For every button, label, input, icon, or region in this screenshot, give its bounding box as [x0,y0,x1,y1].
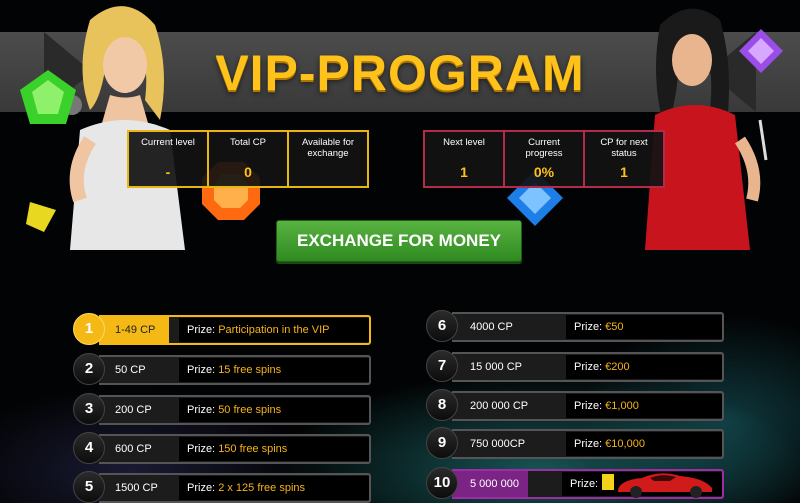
prize-label: Prize: [570,478,599,490]
level-prize: Prize: 2 x 125 free spins [179,476,369,500]
cp-next-status-value: 1 [620,164,628,180]
level-bar: 1500 CP Prize: 2 x 125 free spins [99,473,371,503]
next-status-panel: Next level 1 Current progress 0% CP for … [423,130,665,188]
level-cp: 15 000 CP [470,361,522,373]
total-cp-value: 0 [244,164,252,180]
cp-next-status-label: CP for next status [600,137,648,159]
level-number-badge: 4 [73,432,105,464]
level-bar: 50 CP Prize: 15 free spins [99,355,371,385]
level-cp: 4000 CP [470,321,513,333]
level-number-badge: 1 [73,313,105,345]
vip-level-row: 5 1500 CP Prize: 2 x 125 free spins [73,471,371,503]
level-prize: Prize: €200 [566,355,722,379]
available-exchange-stat: Available for exchange [289,132,367,186]
level-bar: 1-49 CP Prize: Participation in the VIP [99,315,371,345]
level-bar: 200 000 CP Prize: €1,000 [452,391,724,421]
level-cp: 5 000 000 CP [452,471,528,497]
yellow-gem-icon [26,202,56,232]
vip-program-page: VIP-PROGRAM Current level - Total CP 0 A… [0,0,800,503]
level-cp: 200 000 CP [470,400,529,412]
level-bar: 4000 CP Prize: €50 [452,312,724,342]
prize-value: Participation in the VIP [218,324,330,336]
page-title: VIP-PROGRAM [215,45,585,101]
level-number-badge: 5 [73,471,105,503]
current-progress-stat: Current progress 0% [505,132,585,186]
current-status-panel: Current level - Total CP 0 Available for… [127,130,369,188]
prize-value: €10,000 [605,438,645,450]
level-prize: Prize: €50 [566,315,722,339]
level-cp: 750 000CP [470,438,526,450]
prize-value: €50 [605,321,624,333]
current-progress-value: 0% [533,164,555,180]
next-level-stat: Next level 1 [425,132,505,186]
prize-label: Prize: [187,324,216,336]
prize-value: 150 free spins [218,443,288,455]
prize-value: €200 [605,361,630,373]
total-cp-label: Total CP [230,137,266,148]
level-number-badge: 8 [426,389,458,421]
level-prize: Prize: Participation in the VIP [179,318,369,342]
prize-label: Prize: [574,438,603,450]
level-bar: 750 000CP Prize: €10,000 [452,429,724,459]
total-cp-stat: Total CP 0 [209,132,289,186]
level-prize: Prize: 150 free spins [179,437,369,461]
level-prize: Prize: 15 free spins [179,358,369,382]
prize-label: Prize: [574,321,603,333]
vip-level-row: 2 50 CP Prize: 15 free spins [73,353,371,385]
current-level-label: Current level [141,137,195,148]
level-cp: 1-49 CP [99,317,169,343]
level-number-badge: 10 [426,467,458,499]
level-cp: 50 CP [115,364,146,376]
vip-level-row: 6 4000 CP Prize: €50 [426,310,724,342]
vip-level-row: 9 750 000CP Prize: €10,000 [426,427,724,459]
next-level-label: Next level [443,137,485,148]
level-number-badge: 3 [73,393,105,425]
ferrari-car-icon [602,473,712,498]
vip-level-row: 8 200 000 CP Prize: €1,000 [426,389,724,421]
prize-label: Prize: [574,400,603,412]
vip-level-row: 3 200 CP Prize: 50 free spins [73,393,371,425]
current-level-value: - [165,164,171,180]
available-exchange-label: Available for exchange [301,137,355,159]
level-cp: 200 CP [115,404,152,416]
next-level-value: 1 [460,164,468,180]
current-progress-label: Current progress [525,137,563,159]
exchange-for-money-button[interactable]: EXCHANGE FOR MONEY [276,220,522,262]
level-number-badge: 2 [73,353,105,385]
level-bar: 600 CP Prize: 150 free spins [99,434,371,464]
cp-next-status-stat: CP for next status 1 [585,132,663,186]
level-bar: 200 CP Prize: 50 free spins [99,395,371,425]
prize-value: €1,000 [605,400,639,412]
level-cp: 1500 CP [115,482,158,494]
level-prize: Prize: €1,000 [566,394,722,418]
prize-label: Prize: [187,443,216,455]
level-prize: Prize: €10,000 [566,432,722,456]
prize-value: 50 free spins [218,404,282,416]
vip-level-row: 4 600 CP Prize: 150 free spins [73,432,371,464]
vip-level-row: 7 15 000 CP Prize: €200 [426,350,724,382]
prize-label: Prize: [187,404,216,416]
level-number-badge: 6 [426,310,458,342]
level-number-badge: 9 [426,427,458,459]
current-level-stat: Current level - [129,132,209,186]
level-prize: Prize: 50 free spins [179,398,369,422]
level-number-badge: 7 [426,350,458,382]
prize-value: 15 free spins [218,364,282,376]
vip-level-row: 1 1-49 CP Prize: Participation in the VI… [73,313,371,345]
level-bar: 15 000 CP Prize: €200 [452,352,724,382]
prize-label: Prize: [187,364,216,376]
level-cp: 600 CP [115,443,152,455]
prize-value: 2 x 125 free spins [218,482,306,494]
prize-label: Prize: [574,361,603,373]
prize-label: Prize: [187,482,216,494]
